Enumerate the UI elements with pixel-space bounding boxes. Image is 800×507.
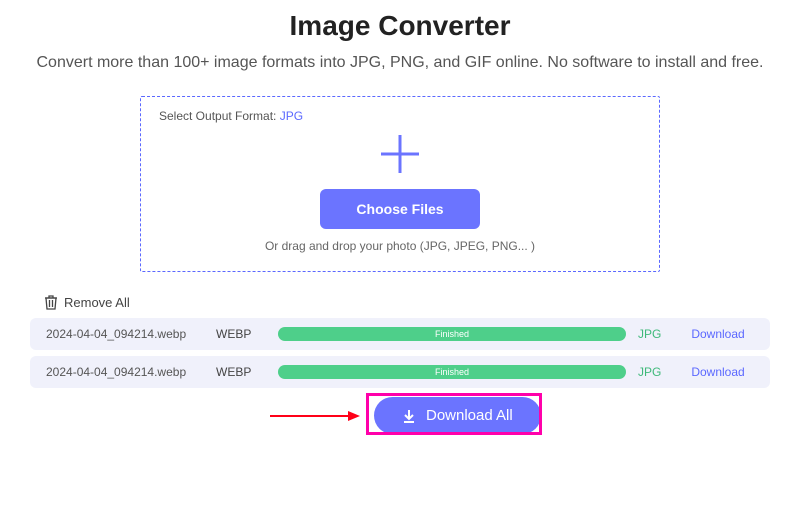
choose-files-button[interactable]: Choose Files [320,189,479,229]
progress-status: Finished [278,365,626,379]
plus-icon[interactable] [377,131,423,177]
file-src-type: WEBP [216,365,266,379]
page-title: Image Converter [30,10,770,42]
trash-icon [44,294,58,310]
output-format-label: Select Output Format: [159,109,276,123]
dropzone[interactable]: Select Output Format: JPG Choose Files O… [140,96,660,272]
remove-all-button[interactable]: Remove All [44,294,770,310]
download-link[interactable]: Download [682,365,754,379]
file-src-type: WEBP [216,327,266,341]
file-name: 2024-04-04_094214.webp [46,327,216,341]
output-format-value[interactable]: JPG [280,109,303,123]
file-out-type: JPG [638,365,682,379]
progress-bar: Finished [278,327,626,341]
file-name: 2024-04-04_094214.webp [46,365,216,379]
download-all-label: Download All [426,407,513,424]
file-row: 2024-04-04_094214.webp WEBP Finished JPG… [30,318,770,350]
output-format-row[interactable]: Select Output Format: JPG [159,109,641,123]
file-out-type: JPG [638,327,682,341]
page-subtitle: Convert more than 100+ image formats int… [30,54,770,72]
download-all-button[interactable]: Download All [374,397,541,434]
progress-bar: Finished [278,365,626,379]
download-icon [402,409,416,423]
file-row: 2024-04-04_094214.webp WEBP Finished JPG… [30,356,770,388]
remove-all-label: Remove All [64,295,130,310]
download-link[interactable]: Download [682,327,754,341]
arrow-annotation [270,410,360,430]
progress-status: Finished [278,327,626,341]
drop-hint: Or drag and drop your photo (JPG, JPEG, … [159,239,641,253]
